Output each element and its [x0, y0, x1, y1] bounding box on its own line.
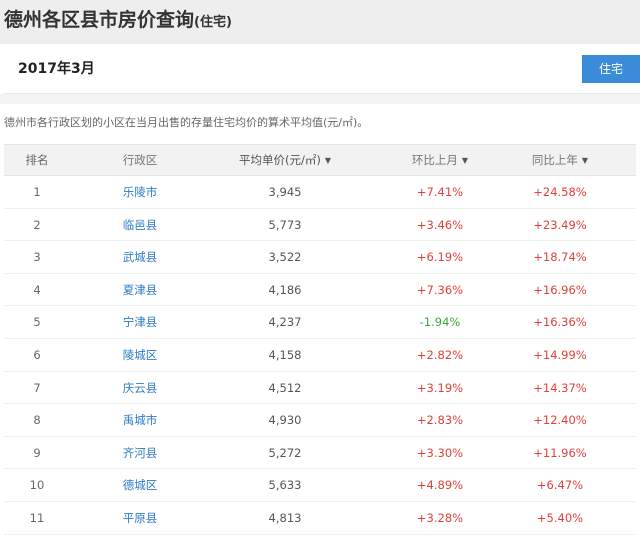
section-gap [0, 94, 640, 104]
table-row: 5 宁津县 4,237 -1.94% +16.36% [4, 306, 636, 339]
month-label: 2017年3月 [18, 61, 95, 77]
cell-yoy: +18.74% [533, 250, 587, 265]
cell-district-link[interactable]: 陵城区 [90, 339, 190, 371]
table-row: 10 德城区 5,633 +4.89% +6.47% [4, 469, 636, 502]
cell-mom: -1.94% [419, 315, 461, 330]
cell-mom: +7.41% [416, 185, 464, 199]
page-title-suffix: (住宅) [194, 15, 232, 30]
cell-district-link[interactable]: 武城县 [90, 241, 190, 273]
cell-mom: +3.46% [416, 217, 464, 232]
cell-yoy: +6.47% [536, 478, 584, 493]
cell-yoy: +14.99% [533, 347, 587, 362]
table-description: 德州市各行政区划的小区在当月出售的存量住宅均价的算术平均值(元/㎡)。 [4, 116, 369, 129]
cell-price: 4,186 [268, 282, 302, 297]
table-row: 7 庆云县 4,512 +3.19% +14.37% [4, 372, 636, 405]
header-district: 行政区 [122, 153, 158, 167]
cell-yoy: +16.36% [533, 315, 587, 330]
table-row: 11 平原县 4,813 +3.28% +5.40% [4, 502, 636, 535]
cell-mom: +3.28% [416, 510, 464, 525]
cell-price: 5,773 [268, 217, 302, 232]
table-row: 2 临邑县 5,773 +3.46% +23.49% [4, 209, 636, 242]
cell-yoy: +23.49% [533, 217, 587, 232]
table-row: 8 禹城市 4,930 +2.83% +12.40% [4, 404, 636, 437]
table-row: 9 齐河县 5,272 +3.30% +11.96% [4, 437, 636, 470]
cell-rank: 3 [33, 250, 41, 265]
cell-mom: +3.19% [416, 380, 464, 395]
cell-rank: 7 [33, 380, 41, 395]
cell-yoy: +14.37% [533, 380, 587, 395]
header-yoy[interactable]: 同比上年 ▼ [510, 145, 610, 175]
table-row: 1 乐陵市 3,945 +7.41% +24.58% [4, 176, 636, 209]
cell-mom: +4.89% [416, 478, 464, 493]
header-mom[interactable]: 环比上月 ▼ [390, 145, 490, 175]
cell-rank: 1 [33, 185, 41, 199]
cell-district-link[interactable]: 乐陵市 [90, 176, 190, 208]
cell-rank: 5 [33, 315, 41, 330]
cell-price: 3,945 [268, 185, 302, 199]
table-row: 6 陵城区 4,158 +2.82% +14.99% [4, 339, 636, 372]
cell-district-link[interactable]: 庆云县 [90, 372, 190, 404]
cell-rank: 11 [29, 510, 45, 525]
cell-mom: +2.82% [416, 347, 464, 362]
cell-rank: 9 [33, 445, 41, 460]
page-title-text: 德州各区县市房价查询 [4, 9, 195, 31]
cell-price: 4,930 [268, 413, 302, 428]
cell-yoy: +24.58% [533, 185, 587, 199]
cell-mom: +6.19% [416, 250, 464, 265]
title-band: 德州各区县市房价查询(住宅) [0, 0, 640, 44]
table-row: 3 武城县 3,522 +6.19% +18.74% [4, 241, 636, 274]
cell-rank: 4 [33, 282, 41, 297]
cell-district-link[interactable]: 齐河县 [90, 437, 190, 469]
caret-down-icon: ▼ [581, 156, 589, 165]
page: 德州各区县市房价查询(住宅) 2017年3月 住宅 德州市各行政区划的小区在当月… [0, 0, 640, 535]
cell-price: 4,813 [268, 510, 302, 525]
caret-down-icon: ▼ [324, 156, 331, 165]
header-rank: 排名 [25, 153, 49, 167]
cell-district-link[interactable]: 宁津县 [90, 306, 190, 338]
month-bar: 2017年3月 住宅 [4, 44, 640, 94]
price-table: 排名 行政区 平均单价(元/㎡) ▼ 环比上月 ▼ 同比上年 ▼ 1 乐陵市 3,94… [4, 144, 636, 535]
table-row: 4 夏津县 4,186 +7.36% +16.96% [4, 274, 636, 307]
cell-price: 4,237 [268, 315, 302, 330]
cell-yoy: +12.40% [533, 413, 587, 428]
cell-yoy: +11.96% [533, 445, 587, 460]
cell-price: 5,633 [268, 478, 302, 493]
cell-rank: 10 [29, 478, 45, 493]
cell-price: 5,272 [268, 445, 302, 460]
cell-rank: 2 [33, 217, 41, 232]
cell-mom: +2.83% [416, 413, 464, 428]
cell-price: 4,158 [268, 347, 302, 362]
caret-down-icon: ▼ [461, 156, 469, 165]
cell-district-link[interactable]: 平原县 [90, 502, 190, 534]
cell-yoy: +5.40% [536, 510, 584, 525]
residential-type-button[interactable]: 住宅 [582, 55, 640, 83]
cell-rank: 8 [33, 413, 41, 428]
cell-district-link[interactable]: 临邑县 [90, 209, 190, 241]
cell-rank: 6 [33, 347, 41, 362]
cell-price: 4,512 [268, 380, 302, 395]
cell-mom: +3.30% [416, 445, 464, 460]
cell-mom: +7.36% [416, 282, 464, 297]
cell-price: 3,522 [268, 250, 302, 265]
cell-yoy: +16.96% [533, 282, 587, 297]
table-header: 排名 行政区 平均单价(元/㎡) ▼ 环比上月 ▼ 同比上年 ▼ [4, 144, 636, 176]
cell-district-link[interactable]: 夏津县 [90, 274, 190, 306]
cell-district-link[interactable]: 德城区 [90, 469, 190, 501]
page-title: 德州各区县市房价查询(住宅) [4, 6, 232, 34]
header-avg-price[interactable]: 平均单价(元/㎡) ▼ [230, 145, 340, 175]
cell-district-link[interactable]: 禹城市 [90, 404, 190, 436]
